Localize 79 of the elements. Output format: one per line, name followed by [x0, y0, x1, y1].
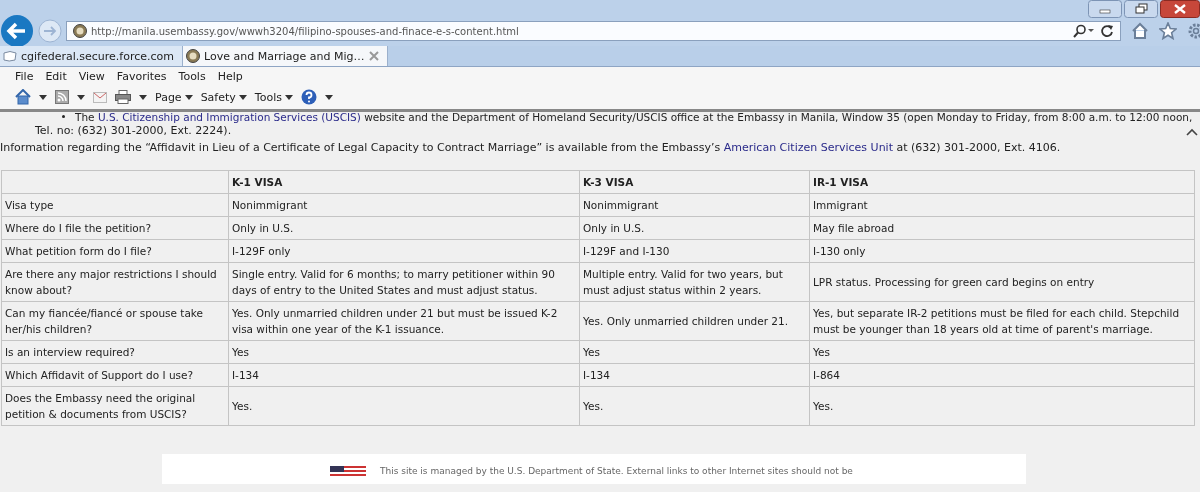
- flag-icon: [330, 466, 366, 476]
- table-cell: Where do I file the petition?: [1, 216, 229, 240]
- table-cell: Yes, but separate IR-2 petitions must be filed for each child. Stepchild must be younger than 18 years old at time of parent's marriage.: [809, 301, 1195, 341]
- caret-icon[interactable]: [324, 94, 333, 100]
- table-cell: Visa type: [1, 193, 229, 217]
- table-cell: Yes.: [228, 386, 580, 426]
- paragraph: The U.S. Citizenship and Immigration Services (USCIS) website and the Department of Homeland Security/USCIS office at the Embassy in Manila, Window 35 (open Monday to Friday, from 8:00 a.m. to 12:00 noon,: [75, 110, 1193, 123]
- table-cell: Can my fiancée/fiancé or spouse take her/his children?: [1, 301, 229, 341]
- browser-tab[interactable]: Love and Marriage and Mig…: [183, 46, 388, 66]
- table-cell: Is an interview required?: [1, 340, 229, 364]
- table-cell: Yes.: [809, 386, 1195, 426]
- menu-item[interactable]: Edit: [45, 69, 67, 83]
- table-cell: What petition form do I file?: [1, 239, 229, 263]
- mail-icon[interactable]: [93, 91, 107, 103]
- back-button[interactable]: [0, 14, 34, 48]
- close-button[interactable]: [1160, 0, 1200, 18]
- caret-icon[interactable]: [139, 94, 147, 100]
- table-cell: I-129F only: [228, 239, 580, 263]
- page-icon: [3, 50, 17, 62]
- table-cell: Immigrant: [809, 193, 1195, 217]
- toolbar-menu-button[interactable]: Page: [155, 90, 193, 104]
- table-cell: Multiple entry. Valid for two years, but must adjust status within 2 years.: [579, 262, 810, 302]
- link[interactable]: American Citizen Services Unit: [723, 141, 893, 154]
- table-cell: Nonimmigrant: [579, 193, 810, 217]
- search-icon[interactable]: [1072, 24, 1094, 38]
- table-cell: Yes.: [579, 386, 810, 426]
- table-cell: Yes. Only unmarried children under 21 but must be issued K-2 visa within one year of the K-1 issuance.: [228, 301, 580, 341]
- table-cell: I-864: [809, 363, 1195, 387]
- footer-text: This site is managed by the U.S. Department of State. External links to other Internet sites should not be: [380, 466, 853, 476]
- table-cell: Only in U.S.: [579, 216, 810, 240]
- paragraph: Information regarding the “Affidavit in Lieu of a Certificate of Legal Capacity to Contract Marriage” is available from the Embassy’s American Citizen Services Unit at (632) 301-2000, Ext. 4106.: [0, 141, 1062, 154]
- table-cell: LPR status. Processing for green card begins on entry: [809, 262, 1195, 302]
- table-cell: Only in U.S.: [228, 216, 580, 240]
- site-seal-icon: [73, 24, 87, 38]
- star-icon[interactable]: [1159, 22, 1177, 40]
- refresh-icon[interactable]: [1100, 24, 1114, 38]
- browser-tab[interactable]: cgifederal.secure.force.com: [0, 46, 184, 66]
- home-icon[interactable]: [1131, 22, 1149, 40]
- column-header: IR-1 VISA: [809, 170, 1195, 194]
- column-header: K-3 VISA: [579, 170, 810, 194]
- feed-icon[interactable]: [55, 90, 69, 104]
- table-cell: Yes: [809, 340, 1195, 364]
- table-cell: I-134: [579, 363, 810, 387]
- close-icon[interactable]: [368, 51, 379, 61]
- table-cell: I-130 only: [809, 239, 1195, 263]
- caret-icon: [184, 94, 193, 100]
- paragraph: Tel. no: (632) 301-2000, Ext. 2224).: [35, 124, 232, 137]
- printer-icon[interactable]: [115, 90, 131, 104]
- table-cell: Yes: [579, 340, 810, 364]
- address-bar[interactable]: http://manila.usembassy.gov/wwwh3204/filipino-spouses-and-finace-e-s-content.html: [66, 21, 1121, 41]
- caret-icon[interactable]: [77, 94, 85, 100]
- table-cell: Are there any major restrictions I should know about?: [1, 262, 229, 302]
- table-cell: Nonimmigrant: [228, 193, 580, 217]
- table-cell: Which Affidavit of Support do I use?: [1, 363, 229, 387]
- table-cell: May file abroad: [809, 216, 1195, 240]
- table-cell: Yes: [228, 340, 580, 364]
- help-icon[interactable]: [300, 89, 317, 105]
- menu-item[interactable]: Help: [217, 69, 243, 83]
- link[interactable]: U.S. Citizenship and Immigration Services (USCIS): [97, 110, 361, 123]
- menu-item[interactable]: Tools: [178, 69, 206, 83]
- toolbar-menu-button[interactable]: Safety: [200, 90, 247, 104]
- bullet-icon: [62, 115, 65, 118]
- column-header: K-1 VISA: [228, 170, 580, 194]
- table-cell: I-134: [228, 363, 580, 387]
- table-cell: Yes. Only unmarried children under 21.: [579, 301, 810, 341]
- table-cell: Single entry. Valid for 6 months; to marry petitioner within 90 days of entry to the United States and must adjust status.: [228, 262, 580, 302]
- caret-icon[interactable]: [39, 94, 47, 100]
- caret-icon: [238, 94, 247, 100]
- menu-item[interactable]: View: [78, 69, 105, 83]
- restore-button[interactable]: [1124, 0, 1158, 18]
- site-seal-icon: [186, 49, 201, 63]
- settings-icon[interactable]: [1187, 22, 1200, 40]
- table-cell: Does the Embassy need the original petition & documents from USCIS?: [1, 386, 229, 426]
- caret-icon: [284, 94, 293, 100]
- toolbar-menu-button[interactable]: Tools: [254, 90, 293, 104]
- home-icon[interactable]: [15, 89, 31, 105]
- menu-item[interactable]: File: [15, 69, 34, 83]
- menu-item[interactable]: Favorites: [116, 69, 167, 83]
- table-cell: I-129F and I-130: [579, 239, 810, 263]
